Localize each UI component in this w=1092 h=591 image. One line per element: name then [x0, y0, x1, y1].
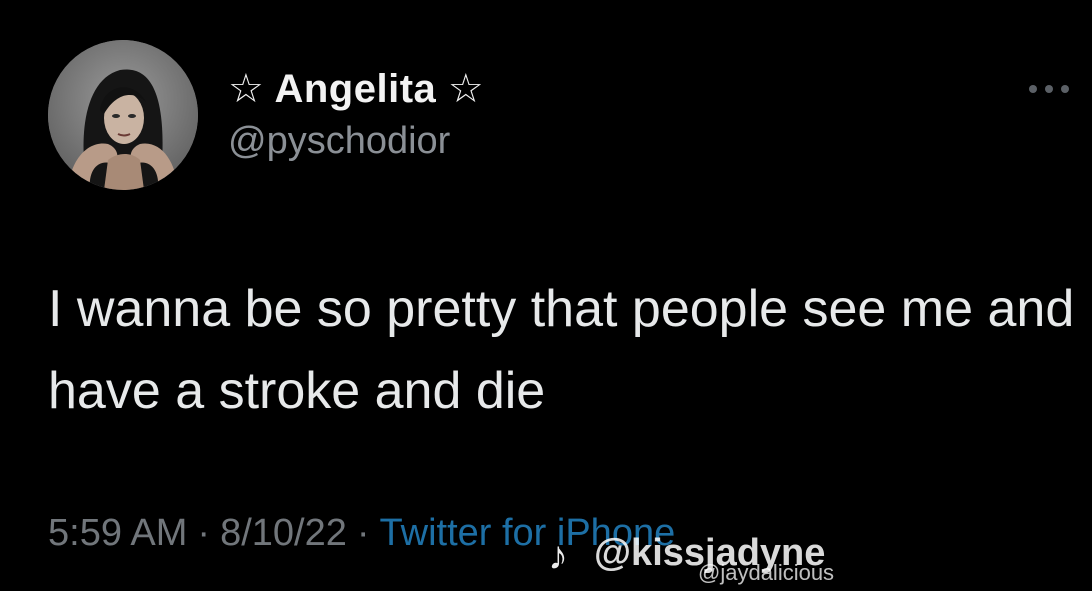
- display-name[interactable]: ☆ Angelita ☆: [228, 66, 484, 112]
- tweet-time: 5:59 AM: [48, 512, 188, 554]
- watermark-handle: @jaydalicious: [698, 560, 835, 585]
- avatar[interactable]: [48, 40, 198, 190]
- tweet-text: I wanna be so pretty that people see me …: [48, 280, 1075, 420]
- more-dots-glyph: [1029, 85, 1069, 93]
- tweet-card: ☆ Angelita ☆ @pyschodior I wanna be so p…: [0, 0, 1092, 591]
- user-handle[interactable]: @pyschodior: [228, 120, 450, 163]
- meta-separator: ·: [197, 512, 211, 554]
- meta-separator: ·: [356, 512, 370, 554]
- tweet-date[interactable]: 8/10/22: [220, 512, 347, 554]
- tweet-source-link[interactable]: Twitter for iPhone: [380, 512, 676, 554]
- more-horizontal-icon[interactable]: [1026, 80, 1072, 98]
- profile-photo-image: [48, 40, 198, 190]
- tweet-meta: 5:59 AM · 8/10/22 · Twitter for iPhone: [48, 512, 675, 555]
